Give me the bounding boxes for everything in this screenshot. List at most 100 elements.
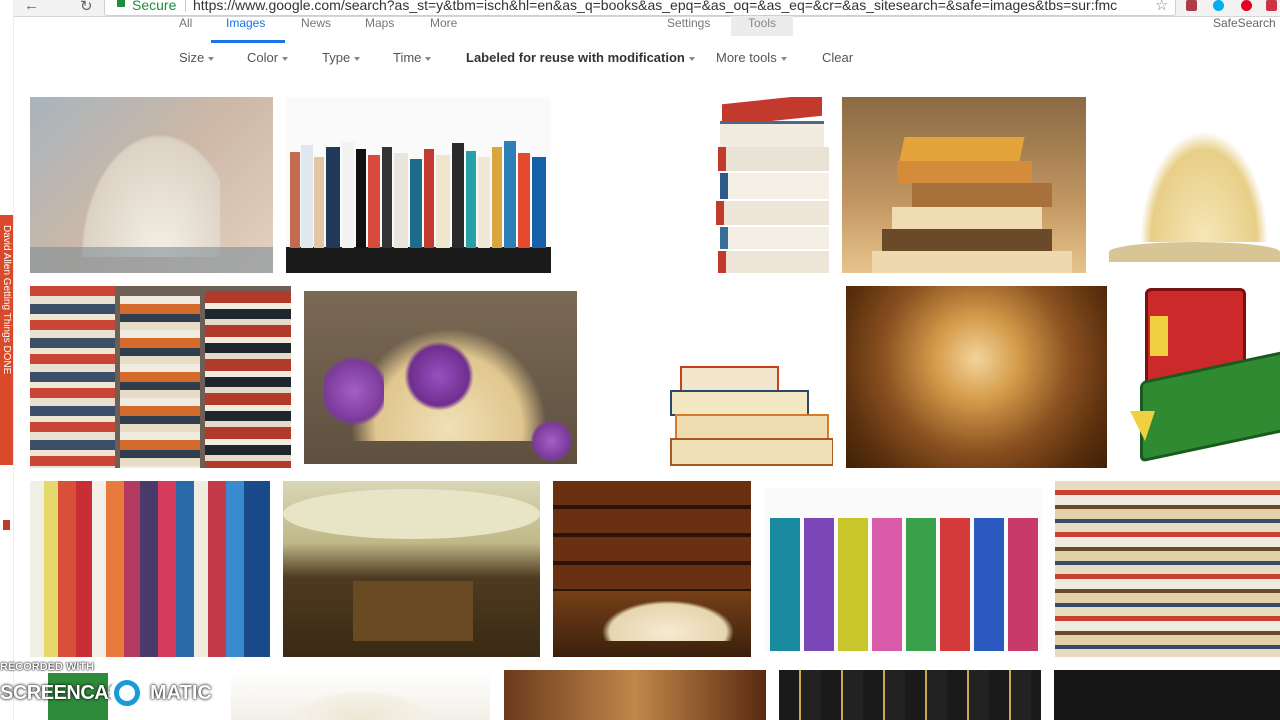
book-pages bbox=[70, 117, 220, 257]
image-result-blank[interactable] bbox=[564, 97, 704, 273]
filter-usage-rights[interactable]: Labeled for reuse with modification bbox=[466, 50, 695, 66]
book-pile bbox=[30, 286, 115, 468]
stacked-book bbox=[912, 183, 1052, 207]
stacked-book bbox=[720, 121, 824, 148]
tab-more[interactable]: More bbox=[430, 16, 457, 30]
book-spine bbox=[518, 153, 530, 248]
image-result-book-stack-warm[interactable] bbox=[842, 97, 1086, 273]
tools-label: Tools bbox=[747, 16, 776, 30]
filter-time[interactable]: Time bbox=[393, 50, 432, 66]
image-result-colorful-spines[interactable] bbox=[30, 481, 270, 657]
side-window-marker bbox=[3, 520, 10, 530]
filter-usage-rights-label: Labeled for reuse with modification bbox=[466, 50, 685, 65]
extension-icon[interactable] bbox=[1186, 0, 1197, 11]
book-spine bbox=[940, 518, 970, 651]
image-result-book-with-flowers[interactable] bbox=[304, 291, 577, 464]
book-pile bbox=[205, 291, 291, 468]
stacked-book bbox=[899, 137, 1025, 161]
image-result-encyclopedia[interactable] bbox=[779, 670, 1041, 720]
book-pages bbox=[283, 489, 540, 539]
filter-color-label: Color bbox=[247, 50, 279, 65]
image-result-open-book[interactable] bbox=[30, 97, 273, 273]
book-spine bbox=[872, 518, 902, 651]
stacked-book bbox=[720, 173, 829, 199]
image-result-clipart-books[interactable] bbox=[1120, 286, 1280, 468]
filter-color[interactable]: Color bbox=[247, 50, 289, 66]
back-arrow-icon[interactable]: ← bbox=[24, 0, 39, 14]
book-pages bbox=[1129, 112, 1279, 242]
book-spine bbox=[394, 153, 408, 248]
book-spine bbox=[532, 157, 546, 248]
tab-all[interactable]: All bbox=[179, 16, 192, 30]
book-spine bbox=[452, 143, 464, 248]
bookmark-star-icon[interactable]: ☆ bbox=[1155, 0, 1168, 14]
book-spine bbox=[368, 155, 380, 248]
tools-button[interactable]: Tools bbox=[731, 16, 793, 36]
book-spine bbox=[301, 145, 313, 248]
lilac-flowers bbox=[324, 351, 384, 431]
side-window-edge: David Allen Getting Things DONE bbox=[0, 0, 14, 720]
filter-time-label: Time bbox=[393, 50, 422, 65]
stacked-book bbox=[716, 201, 829, 225]
image-result-book-piles[interactable] bbox=[30, 286, 291, 468]
image-result-antique-book[interactable] bbox=[283, 481, 540, 657]
image-result-library-open-book[interactable] bbox=[553, 481, 751, 657]
image-result-books-row[interactable] bbox=[286, 97, 551, 273]
chevron-down-icon bbox=[208, 56, 215, 61]
book-base bbox=[1109, 242, 1280, 262]
book-spine bbox=[314, 157, 324, 248]
image-result-white-pages[interactable] bbox=[231, 670, 490, 720]
books-row-shelf bbox=[286, 247, 551, 273]
book-spine bbox=[804, 518, 834, 651]
reload-icon[interactable]: ↻ bbox=[80, 0, 93, 15]
book-spine bbox=[382, 147, 392, 248]
filter-more-tools[interactable]: More tools bbox=[716, 50, 787, 66]
lilac-flowers bbox=[529, 421, 574, 461]
tab-maps[interactable]: Maps bbox=[365, 16, 394, 30]
tab-images[interactable]: Images bbox=[226, 16, 265, 30]
extension-icon-2[interactable] bbox=[1266, 0, 1277, 11]
stacked-book bbox=[897, 161, 1032, 183]
book-spine bbox=[478, 157, 490, 248]
tab-news[interactable]: News bbox=[301, 16, 331, 30]
book-spine bbox=[1008, 518, 1038, 651]
book-cover-text: David Allen Getting Things DONE bbox=[1, 225, 12, 375]
image-result-open-book-yellow[interactable] bbox=[1099, 97, 1280, 273]
chevron-down-icon bbox=[282, 56, 289, 61]
book-spine bbox=[326, 147, 340, 248]
book-spine bbox=[436, 155, 450, 248]
book-spine bbox=[424, 149, 434, 248]
stacked-book bbox=[670, 438, 833, 466]
image-result-dark-book[interactable] bbox=[504, 670, 766, 720]
url-field[interactable]: Secure https://www.google.com/search?as_… bbox=[104, 0, 1176, 16]
filter-size[interactable]: Size bbox=[179, 50, 215, 66]
stacked-book bbox=[680, 366, 779, 392]
book-spine bbox=[838, 518, 868, 651]
image-result-book-tunnel[interactable] bbox=[846, 286, 1107, 468]
image-result-book-spines-row[interactable] bbox=[764, 488, 1042, 651]
stacked-book bbox=[892, 207, 1042, 229]
book-spine bbox=[356, 149, 366, 248]
image-result-book-stack-tall[interactable] bbox=[714, 97, 829, 273]
stacked-book bbox=[720, 227, 829, 249]
tab-settings[interactable]: Settings bbox=[667, 16, 710, 30]
chevron-down-icon bbox=[688, 56, 695, 61]
safesearch-link[interactable]: SafeSearch bbox=[1213, 16, 1276, 30]
browser-address-bar: ← ↻ Secure https://www.google.com/search… bbox=[0, 0, 1280, 17]
url-text[interactable]: https://www.google.com/search?as_st=y&tb… bbox=[193, 0, 1143, 13]
filter-clear[interactable]: Clear bbox=[822, 50, 853, 66]
image-result-dark-shelf[interactable] bbox=[1054, 670, 1280, 720]
pinterest-icon[interactable] bbox=[1241, 0, 1252, 11]
book-spine bbox=[906, 518, 936, 651]
image-result-messy-stack[interactable] bbox=[1055, 481, 1280, 657]
active-tab-underline bbox=[211, 40, 285, 43]
book-pile bbox=[120, 296, 200, 468]
yellow-bookmark-icon bbox=[1150, 316, 1168, 356]
skype-icon[interactable] bbox=[1213, 0, 1224, 11]
filter-type[interactable]: Type bbox=[322, 50, 361, 66]
screencast-logo-center-icon bbox=[119, 685, 135, 701]
url-separator bbox=[185, 0, 186, 12]
image-result-small-book-stack[interactable] bbox=[590, 286, 833, 468]
chevron-down-icon bbox=[354, 56, 361, 61]
stacked-book bbox=[882, 229, 1052, 251]
